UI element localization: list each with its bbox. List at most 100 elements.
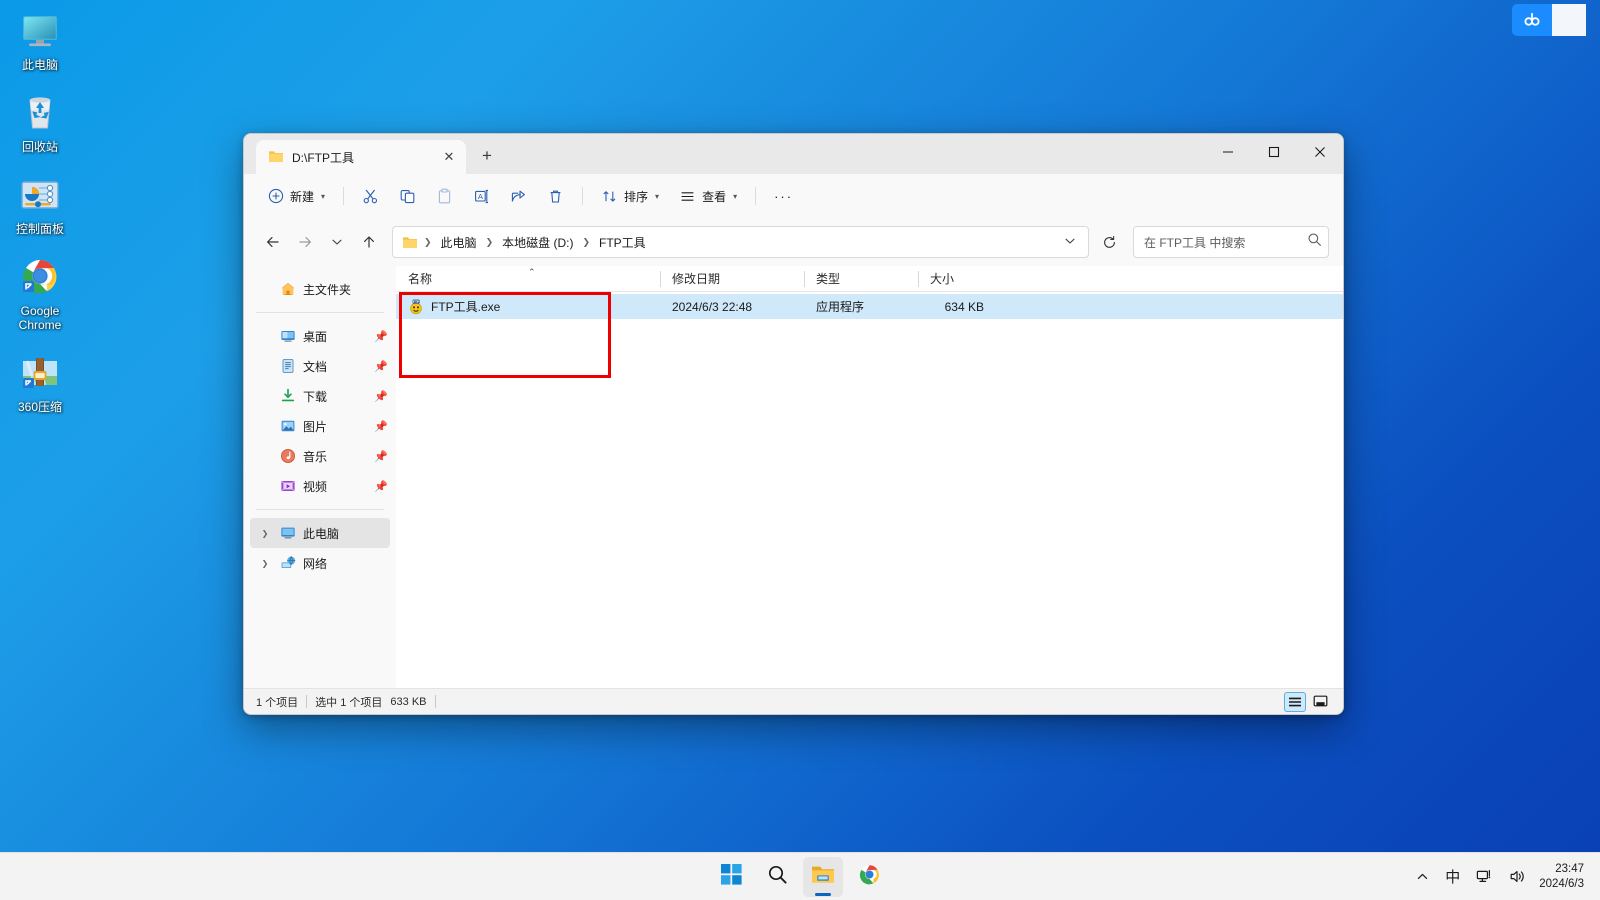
- view-button[interactable]: 查看 ▾: [670, 181, 746, 211]
- up-button[interactable]: [354, 227, 384, 257]
- close-button[interactable]: [1297, 134, 1343, 170]
- desktop-icon-control-panel[interactable]: 控制面板: [2, 172, 78, 236]
- sidebar-item-label: 网络: [303, 556, 328, 571]
- recent-locations-button[interactable]: [322, 227, 352, 257]
- command-toolbar: 新建 ▾ A 排序 ▾ 查看 ▾ ···: [244, 174, 1343, 218]
- control-panel-icon: [17, 172, 63, 218]
- more-options-button[interactable]: ···: [765, 181, 802, 211]
- clock[interactable]: 23:47 2024/6/3: [1535, 862, 1592, 892]
- file-explorer-window: D:\FTP工具 ✕ + 新建 ▾ A 排序 ▾ 查看 ▾ ··· ❯ 此电脑 …: [243, 133, 1344, 715]
- pin-icon[interactable]: 📌: [372, 360, 390, 373]
- navigation-pane: 主文件夹 桌面 📌 文档 📌 下载 📌 图片 📌 音乐 📌 视频 📌 ❯ 此电脑…: [244, 266, 396, 688]
- desktop-icon-this-pc[interactable]: 此电脑: [2, 8, 78, 72]
- baidu-netdisk-icon[interactable]: [1512, 4, 1552, 36]
- breadcrumb-item-this-pc[interactable]: 此电脑: [436, 231, 482, 254]
- pictures-icon: [279, 418, 296, 435]
- tray-overflow-button[interactable]: [1409, 860, 1436, 894]
- music-icon: [279, 448, 296, 465]
- file-explorer-button[interactable]: [803, 856, 843, 897]
- sidebar-item-documents[interactable]: 文档 📌: [250, 351, 390, 381]
- explorer-titlebar: D:\FTP工具 ✕ +: [244, 134, 1343, 174]
- this-pc-icon: [279, 525, 296, 542]
- tab-title: D:\FTP工具: [292, 150, 354, 165]
- table-row[interactable]: FTP FTP工具.exe 2024/6/3 22:48 应用程序 634 KB: [396, 294, 1343, 319]
- file-name-cell[interactable]: FTP FTP工具.exe: [396, 298, 660, 315]
- sidebar-item-desktop[interactable]: 桌面 📌: [250, 321, 390, 351]
- search-button[interactable]: [757, 857, 797, 897]
- search-input[interactable]: 在 FTP工具 中搜索: [1133, 226, 1329, 258]
- minimize-button[interactable]: [1205, 134, 1251, 170]
- column-header-date[interactable]: 修改日期: [660, 266, 804, 292]
- window-controls: [1205, 134, 1343, 170]
- breadcrumb-dropdown-icon[interactable]: [1056, 235, 1084, 249]
- copy-button[interactable]: [390, 181, 425, 211]
- delete-button[interactable]: [538, 181, 573, 211]
- sidebar-item-videos[interactable]: 视频 📌: [250, 471, 390, 501]
- sidebar-item-pictures[interactable]: 图片 📌: [250, 411, 390, 441]
- nav-divider: [256, 312, 384, 313]
- column-header-type[interactable]: 类型: [804, 266, 918, 292]
- svg-text:FTP: FTP: [413, 299, 420, 303]
- documents-icon: [279, 358, 296, 375]
- status-divider: [434, 695, 436, 708]
- desktop-icon-chrome[interactable]: Google Chrome: [2, 254, 78, 332]
- forward-button[interactable]: [290, 227, 320, 257]
- network-icon[interactable]: [1469, 860, 1500, 894]
- sidebar-item-this-pc[interactable]: ❯ 此电脑: [250, 518, 390, 548]
- close-icon[interactable]: ✕: [438, 146, 460, 168]
- desktop-icon-label: 控制面板: [15, 222, 64, 236]
- pin-icon[interactable]: 📌: [372, 450, 390, 463]
- share-button[interactable]: [501, 181, 536, 211]
- column-header-name[interactable]: 名称 ⌃: [396, 266, 660, 292]
- start-button[interactable]: [711, 857, 751, 897]
- breadcrumb-item-local-disk-d[interactable]: 本地磁盘 (D:): [497, 231, 578, 254]
- share-icon: [510, 188, 527, 205]
- desktop-icon: [279, 328, 296, 345]
- refresh-button[interactable]: [1093, 227, 1125, 257]
- breadcrumb-item-ftp-tool[interactable]: FTP工具: [594, 231, 651, 254]
- pin-icon[interactable]: 📌: [372, 480, 390, 493]
- maximize-button[interactable]: [1251, 134, 1297, 170]
- column-header-size[interactable]: 大小: [918, 266, 998, 292]
- sort-button[interactable]: 排序 ▾: [592, 181, 668, 211]
- sidebar-item-downloads[interactable]: 下载 📌: [250, 381, 390, 411]
- desktop-icon-recycle-bin[interactable]: 回收站: [2, 90, 78, 154]
- pin-icon[interactable]: 📌: [372, 330, 390, 343]
- details-view-button[interactable]: [1284, 691, 1306, 712]
- clock-time: 23:47: [1555, 862, 1584, 875]
- breadcrumb[interactable]: ❯ 此电脑 ❯ 本地磁盘 (D:) ❯ FTP工具: [392, 226, 1089, 258]
- paste-icon: [436, 188, 453, 205]
- file-name: FTP工具.exe: [431, 300, 501, 314]
- pin-icon[interactable]: 📌: [372, 420, 390, 433]
- toolbar-divider: [343, 187, 345, 205]
- chevron-right-icon[interactable]: ❯: [258, 529, 272, 538]
- sidebar-item-network[interactable]: ❯ 网络: [250, 548, 390, 578]
- back-button[interactable]: [258, 227, 288, 257]
- sidebar-item-music[interactable]: 音乐 📌: [250, 441, 390, 471]
- sidebar-item-home[interactable]: 主文件夹: [250, 274, 390, 304]
- new-tab-button[interactable]: +: [472, 141, 502, 171]
- desktop-icon-360-zip[interactable]: 360压缩: [2, 350, 78, 414]
- paste-button[interactable]: [427, 181, 462, 211]
- clock-date: 2024/6/3: [1539, 877, 1584, 890]
- ime-indicator[interactable]: 中: [1438, 860, 1467, 894]
- file-type: 应用程序: [816, 300, 865, 314]
- search-icon[interactable]: [1307, 232, 1322, 252]
- pin-icon[interactable]: 📌: [372, 390, 390, 403]
- volume-icon[interactable]: [1502, 860, 1533, 894]
- netdisk-panel[interactable]: [1552, 4, 1586, 36]
- large-icons-view-button[interactable]: [1309, 692, 1331, 712]
- sidebar-item-label: 视频: [303, 479, 328, 494]
- view-list-icon: [679, 188, 696, 205]
- chrome-button[interactable]: [849, 857, 889, 897]
- new-button[interactable]: 新建 ▾: [258, 181, 334, 211]
- 360-zip-icon: [17, 350, 63, 396]
- tab-ftp-tool[interactable]: D:\FTP工具 ✕: [256, 140, 466, 174]
- scissors-icon: [362, 188, 379, 205]
- chevron-right-icon[interactable]: ❯: [258, 559, 272, 568]
- rename-button[interactable]: A: [464, 181, 499, 211]
- taskbar: 中 23:47 2024/6/3: [0, 852, 1600, 900]
- netdisk-widget[interactable]: [1512, 3, 1600, 37]
- cut-button[interactable]: [353, 181, 388, 211]
- sidebar-item-label: 此电脑: [303, 526, 340, 541]
